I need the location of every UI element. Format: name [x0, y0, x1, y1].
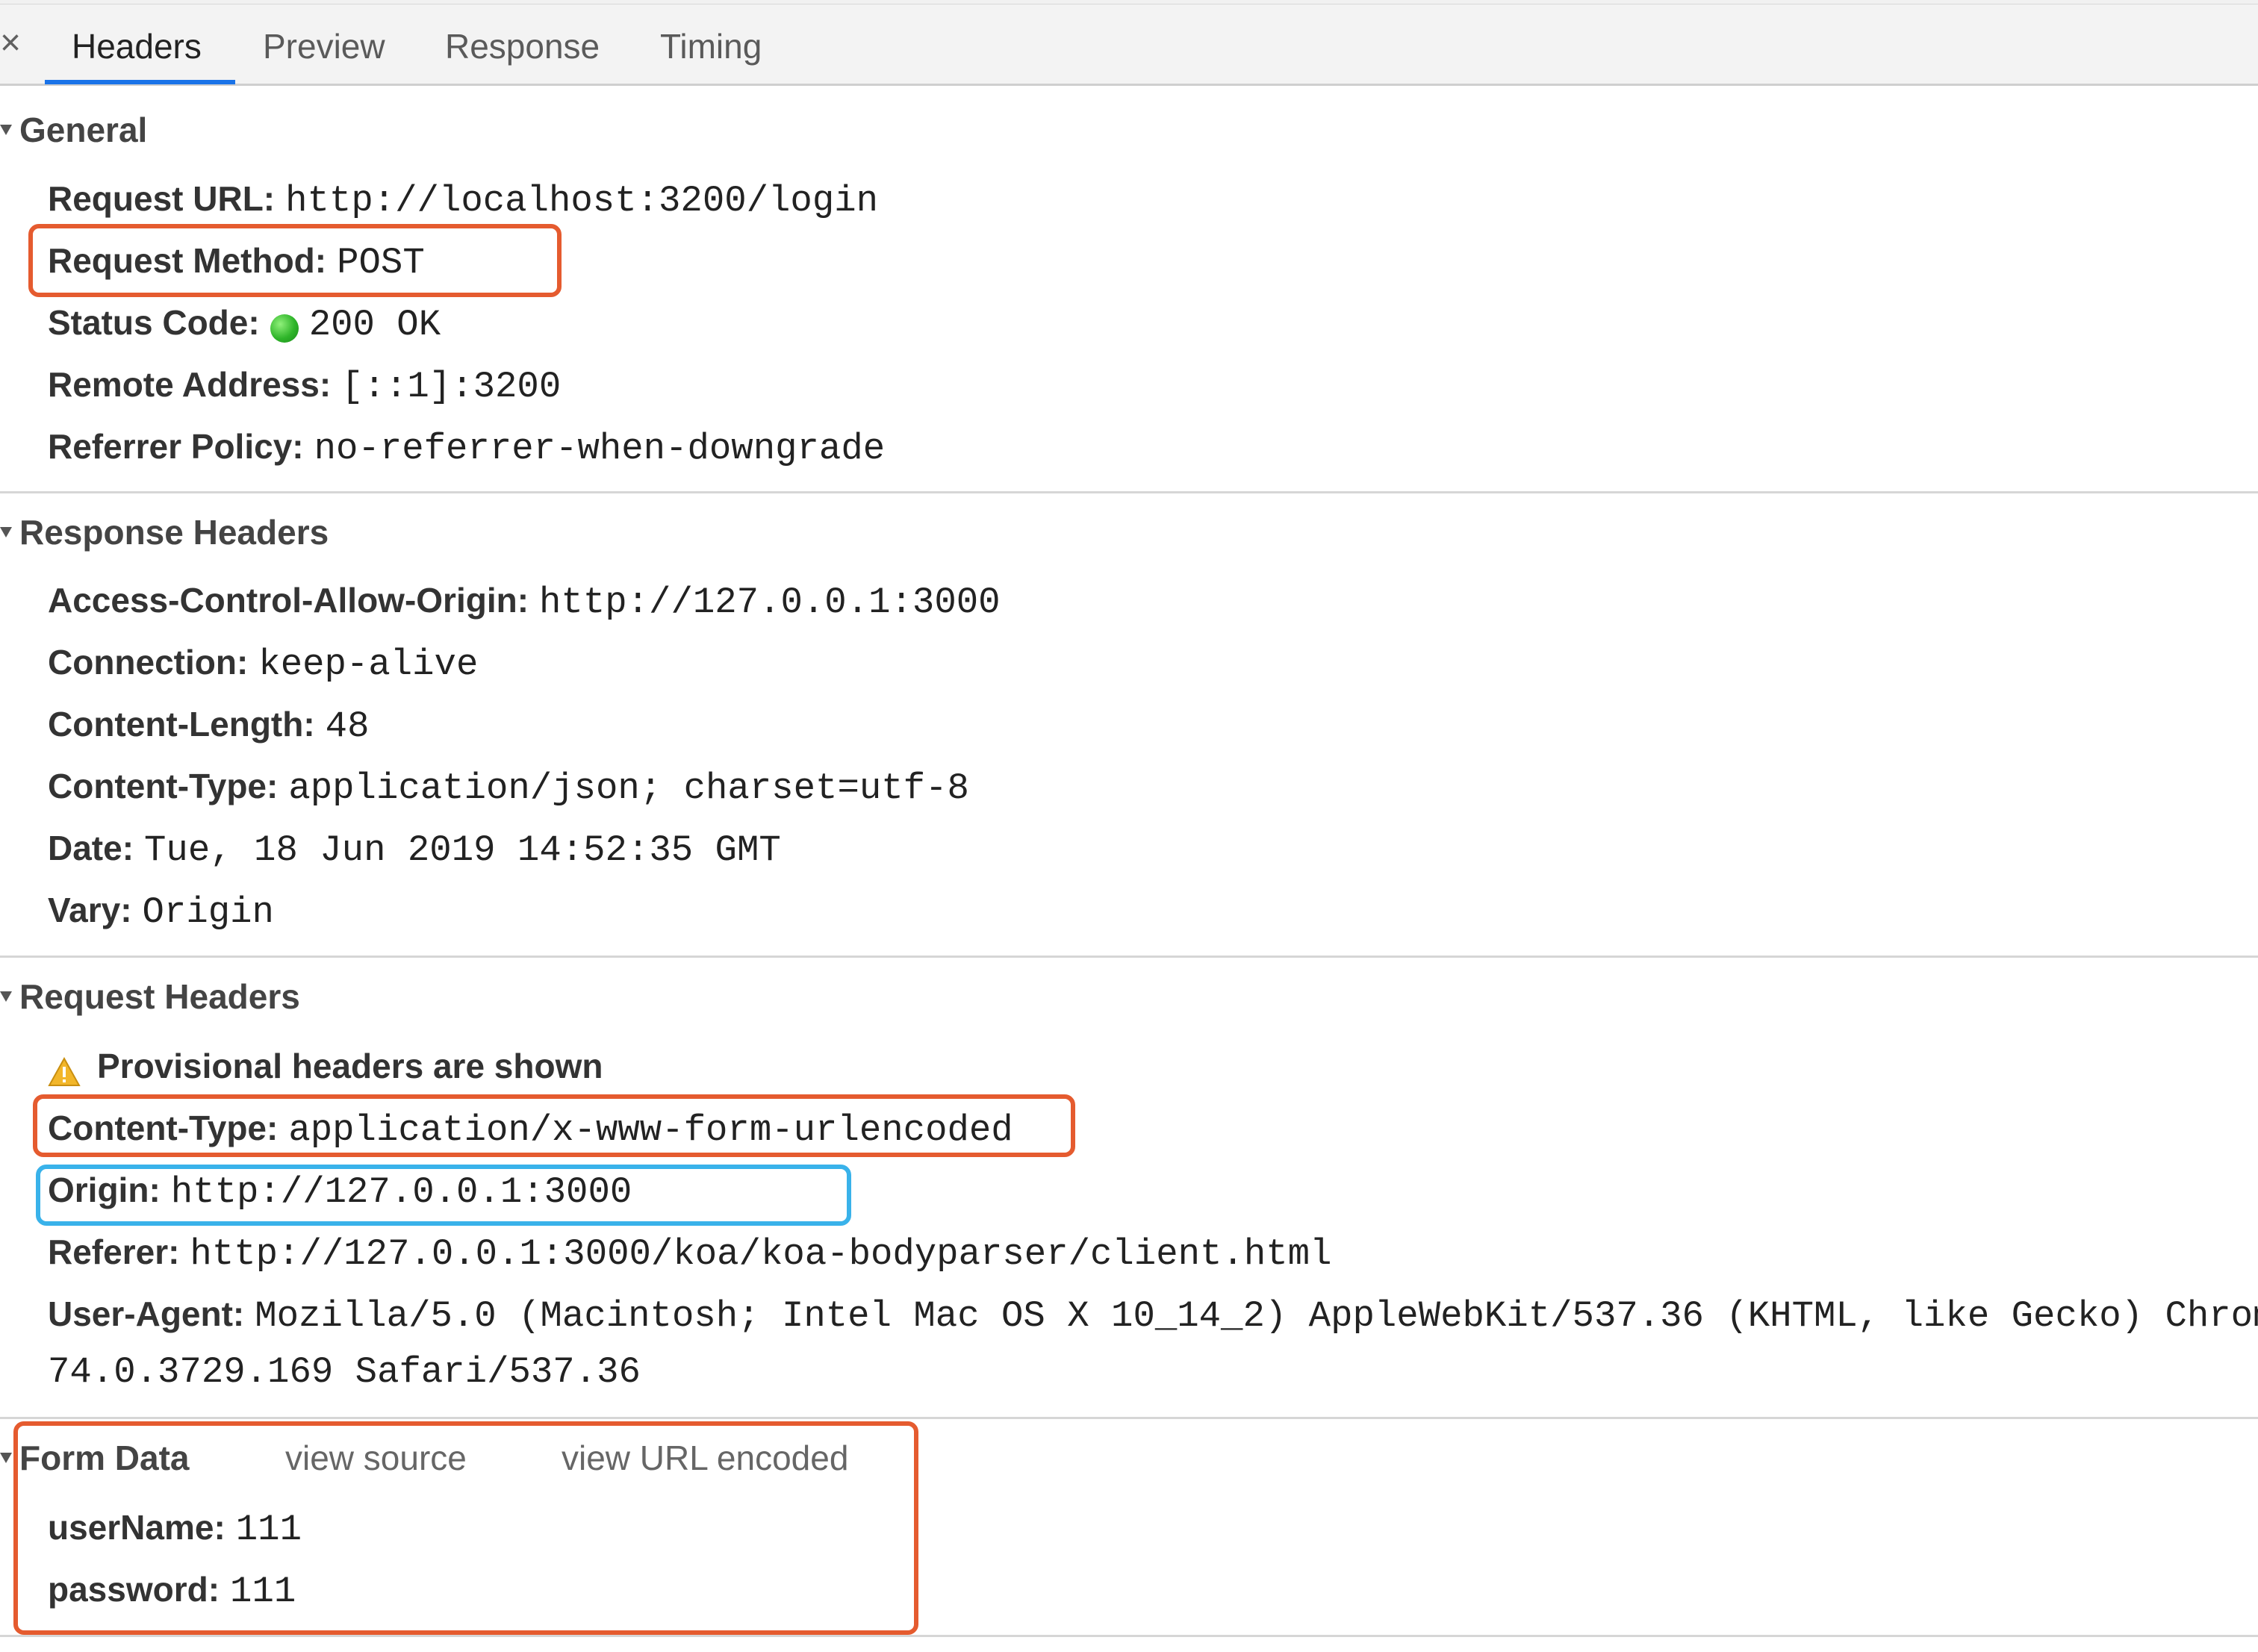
header-key: Referer:: [48, 1232, 180, 1271]
section-divider: [0, 956, 2258, 958]
active-tab-indicator: [45, 80, 235, 84]
header-value: http://127.0.0.1:3000: [539, 582, 1001, 623]
header-value: Mozilla/5.0 (Macintosh; Intel Mac OS X 1…: [255, 1295, 2258, 1337]
header-row-date: Date: Tue, 18 Jun 2019 14:52:35 GMT: [48, 827, 781, 878]
header-value: [::1]:3200: [341, 366, 562, 408]
header-key: Date:: [48, 829, 134, 867]
header-key: Status Code:: [48, 303, 260, 342]
header-row-user-agent-continuation: 74.0.3729.169 Safari/537.36: [48, 1351, 641, 1400]
header-value: application/json; charset=utf-8: [288, 767, 969, 809]
header-key: Content-Length:: [48, 705, 315, 744]
header-value: Tue, 18 Jun 2019 14:52:35 GMT: [144, 829, 781, 871]
tab-timing[interactable]: Timing: [660, 24, 762, 69]
section-divider: [0, 1417, 2258, 1419]
header-row-access-control-allow-origin: Access-Control-Allow-Origin: http://127.0…: [48, 579, 1001, 630]
section-divider: [0, 1635, 2258, 1637]
header-key: Access-Control-Allow-Origin:: [48, 581, 529, 620]
header-key: Remote Address:: [48, 365, 332, 404]
tab-preview[interactable]: Preview: [263, 24, 385, 69]
header-value: Origin: [142, 891, 274, 933]
provisional-headers-warning: Provisional headers are shown: [48, 1045, 603, 1096]
header-key: Connection:: [48, 643, 249, 682]
highlight-content-type: [33, 1094, 1075, 1157]
section-response-headers-toggle[interactable]: Response Headers: [0, 511, 329, 553]
close-icon[interactable]: ×: [0, 21, 21, 66]
tab-response[interactable]: Response: [445, 24, 600, 69]
highlight-request-method: [28, 224, 562, 297]
section-divider: [0, 491, 2258, 493]
section-general-toggle[interactable]: General: [0, 109, 147, 151]
section-title: General: [19, 110, 148, 149]
header-key: Vary:: [48, 891, 132, 929]
header-row-remote-address: Remote Address: [::1]:3200: [48, 364, 561, 414]
header-row-user-agent: User-Agent: Mozilla/5.0 (Macintosh; Intel…: [48, 1293, 2258, 1344]
header-key: User-Agent:: [48, 1294, 245, 1333]
triangle-down-icon: [0, 1452, 12, 1463]
tab-headers[interactable]: Headers: [72, 24, 202, 69]
header-row-referrer-policy: Referrer Policy: no-referrer-when-downgra…: [48, 426, 885, 476]
section-title: Response Headers: [19, 513, 329, 552]
tab-bar: × Headers Preview Response Timing: [0, 4, 2258, 86]
header-row-connection: Connection: keep-alive: [48, 641, 478, 692]
header-key: Content-Type:: [48, 767, 279, 805]
warning-text: Provisional headers are shown: [97, 1047, 603, 1085]
header-row-content-length: Content-Length: 48: [48, 703, 369, 754]
highlight-origin: [36, 1165, 851, 1226]
header-value: no-referrer-when-downgrade: [314, 428, 886, 470]
header-row-vary: Vary: Origin: [48, 889, 274, 940]
header-row-content-type: Content-Type: application/json; charset=u…: [48, 765, 969, 816]
header-value: keep-alive: [258, 643, 479, 685]
header-row-referer: Referer: http://127.0.0.1:3000/koa/koa-bo…: [48, 1231, 1331, 1282]
triangle-down-icon: [0, 526, 12, 537]
header-value: http://127.0.0.1:3000/koa/koa-bodyparser…: [190, 1233, 1332, 1275]
header-value: http://localhost:3200/login: [285, 180, 879, 222]
status-ok-icon: [270, 314, 299, 343]
header-value-continuation: 74.0.3729.169 Safari/537.36: [48, 1351, 641, 1393]
header-value: 200 OK: [308, 304, 441, 346]
warning-icon: [48, 1056, 81, 1086]
triangle-down-icon: [0, 124, 12, 135]
section-request-headers-toggle[interactable]: Request Headers: [0, 976, 300, 1017]
highlight-form-data: [13, 1421, 918, 1635]
header-row-status-code: Status Code: 200 OK: [48, 302, 441, 352]
header-key: Request URL:: [48, 179, 276, 218]
header-value: 48: [325, 705, 370, 747]
header-key: Referrer Policy:: [48, 427, 304, 466]
header-row-request-url: Request URL: http://localhost:3200/login: [48, 178, 878, 228]
triangle-down-icon: [0, 991, 12, 1002]
section-title: Request Headers: [19, 977, 300, 1016]
